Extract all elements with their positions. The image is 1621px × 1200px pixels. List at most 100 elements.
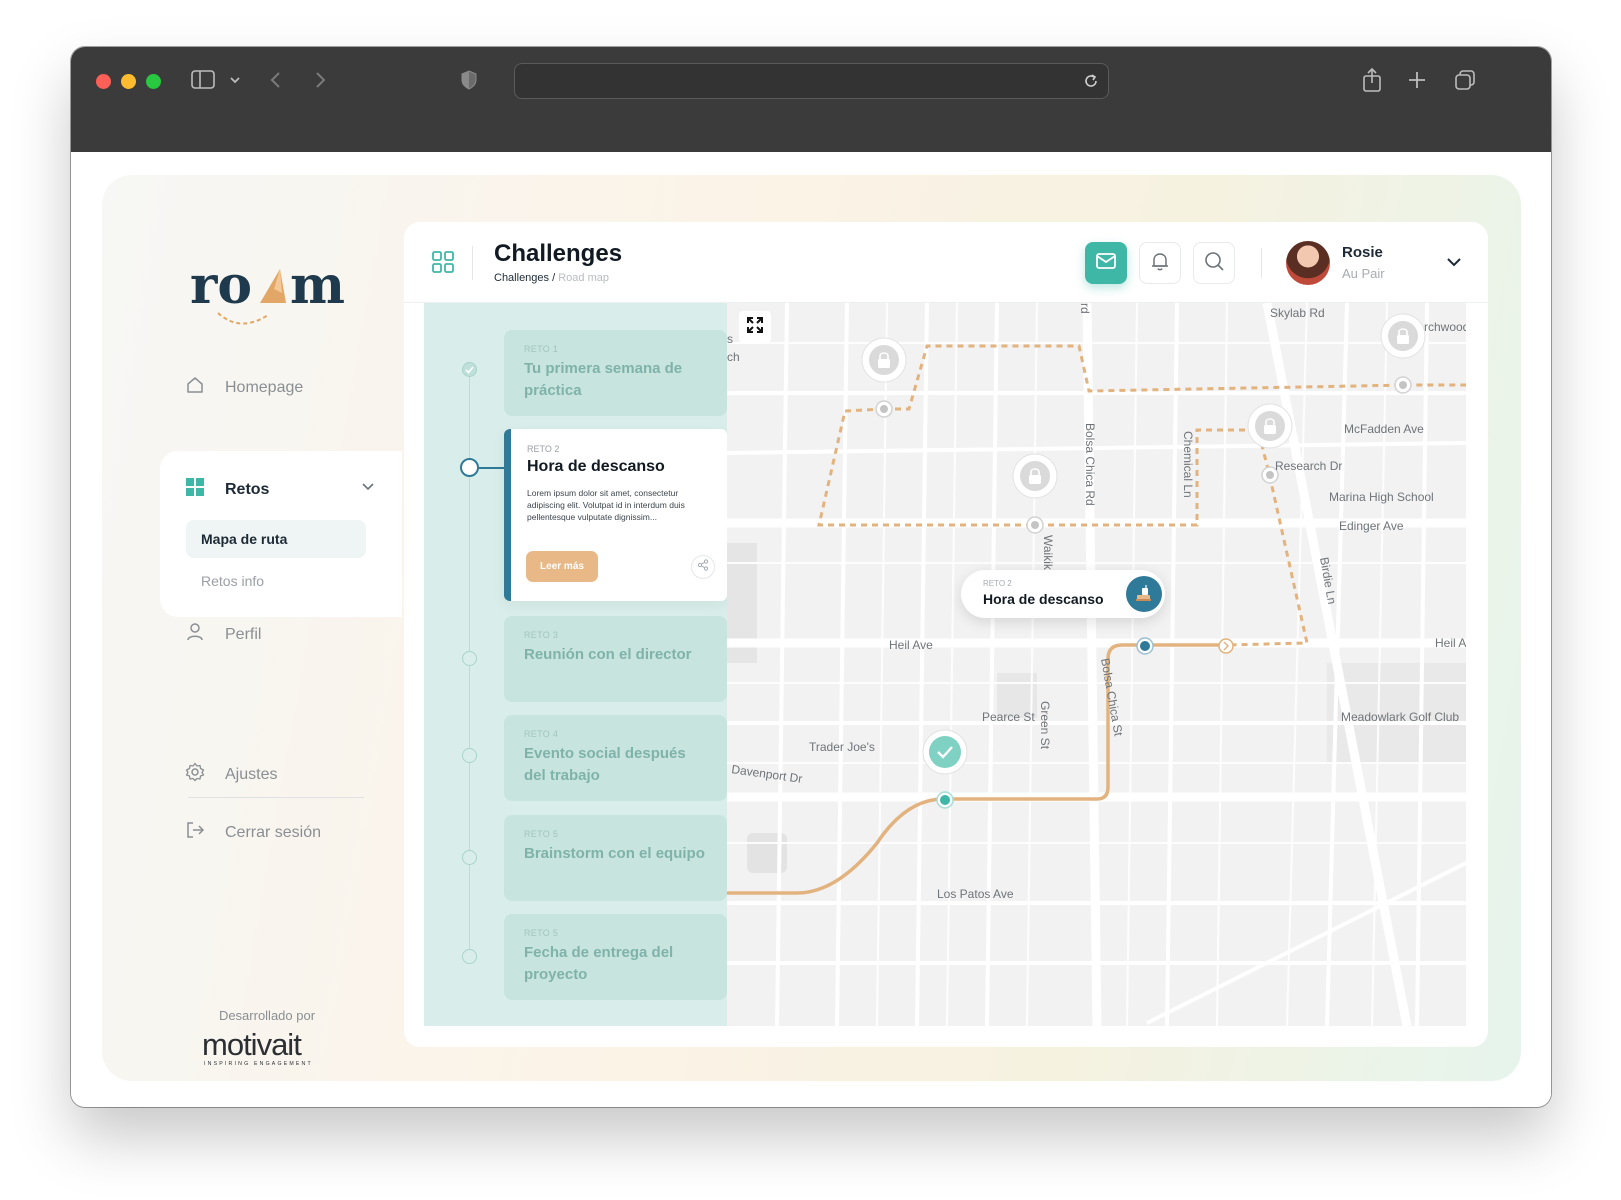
home-icon — [185, 375, 205, 400]
nav-ajustes[interactable]: Ajustes — [185, 762, 277, 787]
user-icon — [185, 622, 205, 647]
chevron-down-icon[interactable] — [229, 65, 241, 95]
challenge-title: Reunión con el director — [524, 646, 692, 663]
user-name[interactable]: Rosie — [1342, 244, 1383, 261]
apps-grid-icon[interactable] — [431, 250, 455, 279]
zoom-window-button[interactable] — [146, 74, 161, 89]
breadcrumb-current[interactable]: Challenges / — [494, 272, 555, 284]
search-button[interactable] — [1193, 242, 1235, 284]
challenge-card[interactable]: RETO 5 Brainstorm con el equipo — [504, 815, 727, 901]
lock-marker[interactable] — [1012, 453, 1058, 499]
minimize-window-button[interactable] — [121, 74, 136, 89]
mail-icon — [1095, 252, 1117, 275]
challenge-kicker: RETO 3 — [524, 630, 559, 640]
challenge-title: Fecha de entrega del proyecto — [524, 944, 674, 983]
chevron-down-icon[interactable] — [1446, 255, 1462, 273]
grid-icon — [185, 477, 205, 502]
mail-button[interactable] — [1085, 242, 1127, 284]
share-icon[interactable] — [1361, 65, 1383, 95]
nav-retos-info[interactable]: Retos info — [201, 573, 264, 589]
app-background: ro m Homepage Retos Mapa de ruta Retos i… — [102, 175, 1521, 1081]
timeline-dot — [462, 850, 477, 865]
road-map[interactable]: Skylab Rd rchwood McFadden Ave Research … — [727, 303, 1466, 1026]
nav-perfil[interactable]: Perfil — [185, 622, 261, 647]
user-role: Au Pair — [1342, 266, 1385, 281]
street-label: rchwood — [1424, 320, 1466, 334]
street-label: Pearce St — [982, 710, 1035, 724]
close-window-button[interactable] — [96, 74, 111, 89]
roam-logo[interactable]: ro m — [190, 253, 360, 338]
challenge-card[interactable]: RETO 1 Tu primera semana de práctica — [504, 330, 727, 416]
share-icon — [697, 558, 709, 576]
nav-perfil-label: Perfil — [225, 625, 262, 643]
street-label: Trader Joe's — [809, 740, 875, 754]
challenge-title: Tu primera semana de práctica — [524, 360, 683, 399]
nav-ajustes-label: Ajustes — [225, 765, 278, 783]
map-canvas[interactable]: Skylab Rd rchwood McFadden Ave Research … — [727, 303, 1466, 1026]
forward-icon[interactable] — [313, 65, 327, 95]
notifications-button[interactable] — [1139, 242, 1181, 284]
timeline-dot-active — [460, 458, 479, 477]
tabs-overview-icon[interactable] — [1453, 65, 1477, 95]
map-popup[interactable]: RETO 2 Hora de descanso — [961, 570, 1165, 618]
breadcrumb: Challenges / Road map — [494, 272, 609, 284]
fullscreen-button[interactable] — [739, 311, 771, 343]
coffee-break-icon — [1126, 576, 1162, 612]
challenge-card[interactable]: RETO 3 Reunión con el director — [504, 616, 727, 702]
challenge-card-active[interactable]: RETO 2 Hora de descanso Lorem ipsum dolo… — [504, 429, 727, 601]
nav-retos[interactable]: Retos — [185, 477, 375, 502]
street-label: Bolsa Chica Rd — [1083, 423, 1097, 506]
share-button[interactable] — [691, 555, 715, 579]
read-more-button[interactable]: Leer más — [526, 551, 598, 582]
street-label: ch — [727, 350, 740, 364]
app-viewport: ro m Homepage Retos Mapa de ruta Retos i… — [71, 152, 1551, 1107]
street-label: Heil Ave — [889, 638, 933, 652]
reload-icon[interactable] — [1082, 72, 1100, 95]
gear-icon — [185, 762, 205, 787]
svg-text:m: m — [290, 255, 345, 316]
nav-retos-label: Retos — [225, 480, 270, 498]
shield-icon[interactable] — [459, 65, 479, 95]
challenge-description: Lorem ipsum dolor sit amet, consectetur … — [527, 488, 685, 522]
completed-marker[interactable] — [922, 729, 968, 775]
street-label: Research Dr — [1275, 459, 1342, 473]
popup-title: Hora de descanso — [983, 591, 1104, 607]
header-divider-2 — [1261, 248, 1262, 278]
main-card: Challenges Challenges / Road map Rosie A… — [404, 222, 1488, 1047]
browser-toolbar — [71, 47, 1551, 152]
developed-by-label: Desarrollado por — [218, 1008, 316, 1023]
sidebar-divider — [188, 797, 364, 798]
avatar[interactable] — [1286, 241, 1330, 285]
challenge-card[interactable]: RETO 5 Fecha de entrega del proyecto — [504, 914, 727, 1000]
popup-kicker: RETO 2 — [983, 579, 1012, 588]
lock-marker[interactable] — [1247, 403, 1293, 449]
timeline-dot — [462, 748, 477, 763]
nav-homepage-label: Homepage — [225, 378, 304, 396]
nav-logout[interactable]: Cerrar sesión — [185, 820, 321, 845]
new-tab-icon[interactable] — [1407, 65, 1427, 95]
challenge-card[interactable]: RETO 4 Evento social después del trabajo — [504, 715, 727, 801]
back-icon[interactable] — [269, 65, 283, 95]
lock-marker[interactable] — [1380, 313, 1426, 359]
brand-tagline: INSPIRING ENGAGEMENT — [204, 1061, 313, 1067]
street-label: Edinger Ave — [1339, 519, 1404, 533]
nav-mapa-de-ruta[interactable]: Mapa de ruta — [186, 520, 366, 558]
sidebar-toggle-icon[interactable] — [191, 65, 217, 95]
timeline-dot-completed — [462, 362, 477, 377]
nav-retos-group: Retos Mapa de ruta Retos info — [160, 451, 402, 617]
challenge-kicker: RETO 5 — [524, 829, 559, 839]
challenge-timeline: RETO 1 Tu primera semana de práctica RET… — [424, 303, 727, 1026]
lock-marker[interactable] — [861, 337, 907, 383]
expand-icon — [746, 316, 764, 339]
breadcrumb-sub[interactable]: Road map — [558, 272, 609, 284]
street-label: Chemical Ln — [1181, 431, 1195, 498]
nav-homepage[interactable]: Homepage — [185, 375, 303, 400]
header-divider — [472, 246, 473, 280]
street-label: Meadowlark Golf Club — [1341, 710, 1459, 724]
challenge-kicker: RETO 4 — [524, 729, 559, 739]
street-label: Green St — [1038, 701, 1052, 750]
timeline-dot — [462, 651, 477, 666]
nav-logout-label: Cerrar sesión — [225, 823, 322, 841]
address-bar[interactable] — [514, 63, 1109, 99]
chevron-down-icon[interactable] — [361, 479, 375, 497]
